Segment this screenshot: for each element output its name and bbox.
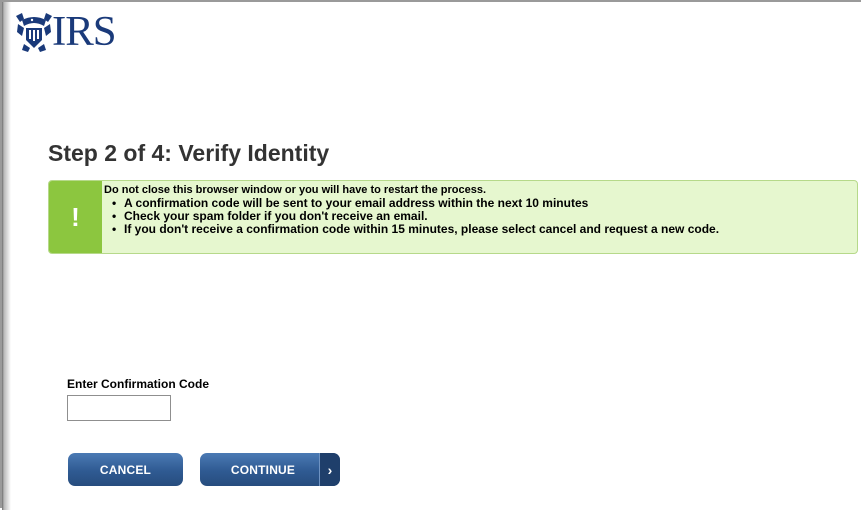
alert-icon-container: ! xyxy=(49,181,102,253)
browser-window: IRS Step 2 of 4: Verify Identity ! Do no… xyxy=(0,0,861,510)
continue-button-label: CONTINUE xyxy=(230,462,296,477)
alert-body: Do not close this browser window or you … xyxy=(104,184,855,236)
alert-list-item: If you don't receive a confirmation code… xyxy=(112,223,855,237)
cancel-button[interactable]: CANCEL xyxy=(68,453,183,486)
window-edge-shadow xyxy=(2,2,12,510)
info-alert: ! Do not close this browser window or yo… xyxy=(48,180,858,254)
eagle-logo-icon xyxy=(16,13,52,52)
alert-list: A confirmation code will be sent to your… xyxy=(104,197,855,237)
confirmation-code-label: Enter Confirmation Code xyxy=(67,377,210,391)
confirmation-code-input[interactable] xyxy=(67,395,171,421)
logo-wordmark: IRS xyxy=(52,9,117,55)
page-title: Step 2 of 4: Verify Identity xyxy=(48,140,330,166)
chevron-right-icon: › xyxy=(319,453,340,486)
cancel-button-label: CANCEL xyxy=(99,462,152,477)
irs-logo: IRS xyxy=(14,9,117,55)
continue-button[interactable]: CONTINUE › xyxy=(200,453,340,486)
exclamation-icon: ! xyxy=(71,202,80,232)
